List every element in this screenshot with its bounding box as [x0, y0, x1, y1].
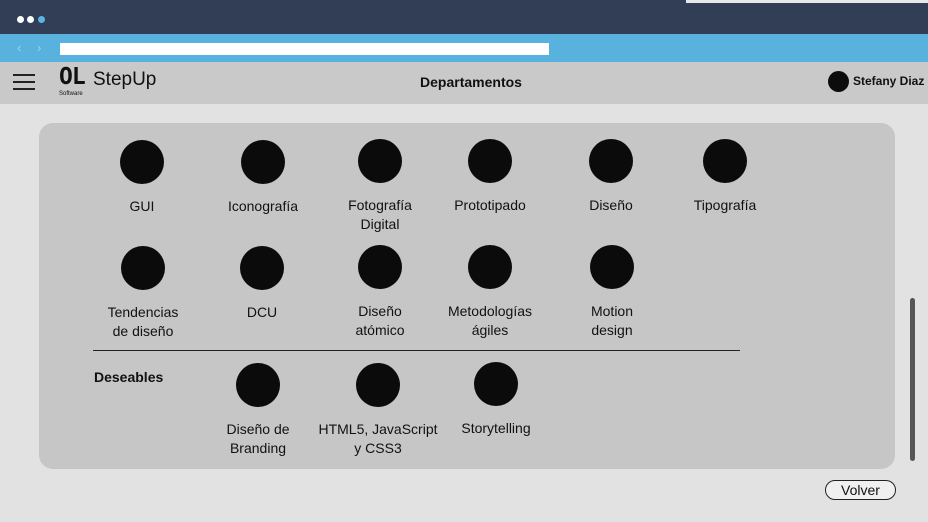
department-circle-icon[interactable] — [590, 245, 634, 289]
department-circle-icon[interactable] — [468, 245, 512, 289]
url-input[interactable] — [60, 43, 549, 55]
department-item[interactable]: Tipografía — [655, 139, 795, 215]
department-circle-icon[interactable] — [703, 139, 747, 183]
page-title: Departamentos — [420, 74, 522, 90]
department-label: Motion design — [590, 303, 634, 338]
chevron-left-icon[interactable]: ‹ — [17, 40, 21, 56]
desirable-item[interactable]: Diseño de Branding — [188, 363, 328, 458]
titlebar-tab-edge — [686, 0, 928, 3]
department-circle-icon[interactable] — [358, 139, 402, 183]
window-dot-icon[interactable] — [17, 16, 24, 23]
department-label: Diseño de Branding — [226, 421, 290, 456]
department-label: Metodologías ágiles — [447, 303, 533, 338]
department-item[interactable]: Prototipado — [420, 139, 560, 215]
department-label: Prototipado — [454, 197, 526, 213]
desirable-item[interactable]: Storytelling — [426, 362, 566, 438]
section-divider — [93, 350, 740, 351]
section-label-desirables: Deseables — [94, 369, 164, 385]
department-circle-icon[interactable] — [240, 246, 284, 290]
window-dot-icon[interactable] — [27, 16, 34, 23]
department-circle-icon[interactable] — [241, 140, 285, 184]
department-circle-icon[interactable] — [236, 363, 280, 407]
user-name[interactable]: Stefany Diaz — [853, 74, 924, 88]
back-button[interactable]: Volver — [825, 480, 896, 500]
logo-subtitle: Software — [59, 91, 83, 97]
department-label: Storytelling — [461, 420, 531, 436]
department-circle-icon[interactable] — [120, 140, 164, 184]
scrollbar[interactable] — [910, 298, 915, 461]
window-dot-icon[interactable] — [38, 16, 45, 23]
chevron-right-icon[interactable]: › — [37, 40, 41, 56]
department-circle-icon[interactable] — [358, 245, 402, 289]
department-item[interactable]: Motion design — [542, 245, 682, 340]
department-item[interactable]: Metodologías ágiles — [420, 245, 560, 340]
department-label: GUI — [129, 198, 155, 214]
department-circle-icon[interactable] — [589, 139, 633, 183]
browser-titlebar — [0, 0, 928, 34]
app-header: OL Software StepUp Departamentos Stefany… — [0, 62, 928, 104]
department-label: Tipografía — [693, 197, 757, 213]
department-circle-icon[interactable] — [121, 246, 165, 290]
department-circle-icon[interactable] — [474, 362, 518, 406]
browser-address-bar: ‹ › — [0, 34, 928, 62]
avatar[interactable] — [828, 71, 849, 92]
department-circle-icon[interactable] — [356, 363, 400, 407]
department-circle-icon[interactable] — [468, 139, 512, 183]
department-item[interactable]: GUI — [72, 140, 212, 216]
